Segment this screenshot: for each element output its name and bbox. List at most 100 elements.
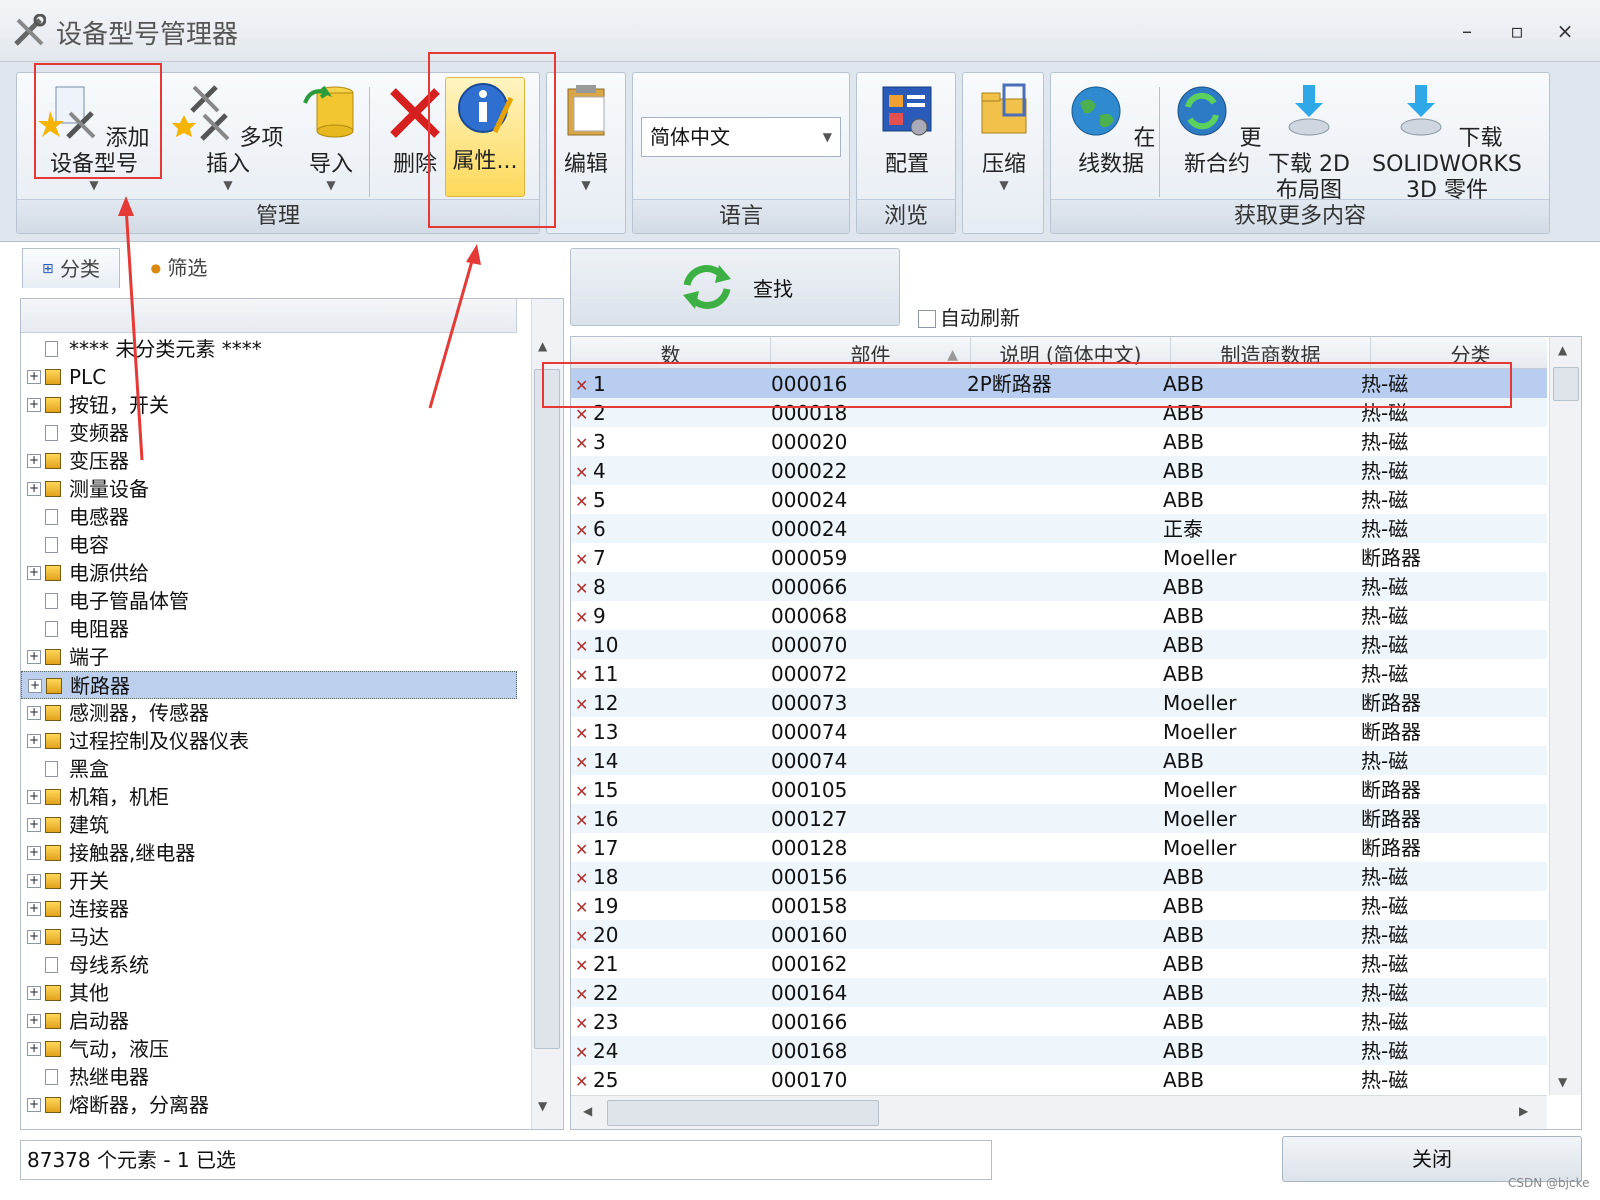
tree-item[interactable]: + 端子: [21, 643, 517, 671]
tree-item[interactable]: + 过程控制及仪器仪表: [21, 727, 517, 755]
expand-icon[interactable]: +: [27, 1014, 41, 1028]
expand-icon[interactable]: +: [27, 370, 41, 384]
table-row[interactable]: ✕ 6 000024 正泰 热-磁: [571, 514, 1547, 543]
table-row[interactable]: ✕ 16 000127 Moeller 断路器: [571, 804, 1547, 833]
tree-item[interactable]: + 感测器，传感器: [21, 699, 517, 727]
tree-item[interactable]: 热继电器: [21, 1063, 517, 1091]
expand-icon[interactable]: +: [27, 566, 41, 580]
language-select[interactable]: 简体中文 ▼: [641, 117, 841, 157]
tree-item[interactable]: + 按钮，开关: [21, 391, 517, 419]
tree-item[interactable]: + 启动器: [21, 1007, 517, 1035]
tab-category[interactable]: ⊞ 分类: [22, 248, 120, 288]
tree-item[interactable]: + 机箱，机柜: [21, 783, 517, 811]
scroll-up-icon[interactable]: ▲: [1558, 343, 1567, 357]
expand-icon[interactable]: +: [27, 650, 41, 664]
tab-filter[interactable]: ● 筛选: [124, 248, 234, 288]
table-row[interactable]: ✕ 4 000022 ABB 热-磁: [571, 456, 1547, 485]
tree-item[interactable]: + 气动，液压: [21, 1035, 517, 1063]
download-2d-button[interactable]: 下载 2D 布局图: [1267, 81, 1351, 204]
expand-icon[interactable]: +: [27, 398, 41, 412]
tree-item[interactable]: + 马达: [21, 923, 517, 951]
import-dropdown-icon[interactable]: ▼: [289, 178, 373, 192]
close-window-button[interactable]: ×: [1550, 16, 1580, 46]
table-row[interactable]: ✕ 10 000070 ABB 热-磁: [571, 630, 1547, 659]
tree-item[interactable]: + 变压器: [21, 447, 517, 475]
table-row[interactable]: ✕ 12 000073 Moeller 断路器: [571, 688, 1547, 717]
tree-item[interactable]: + 开关: [21, 867, 517, 895]
table-hscroll-thumb[interactable]: [607, 1100, 879, 1126]
scroll-up-icon[interactable]: ▲: [538, 339, 547, 353]
table-vertical-scrollbar[interactable]: ▲ ▼: [1549, 337, 1581, 1095]
table-row[interactable]: ✕ 21 000162 ABB 热-磁: [571, 949, 1547, 978]
tree-item[interactable]: 电阻器: [21, 615, 517, 643]
tree-item[interactable]: 电子管晶体管: [21, 587, 517, 615]
compress-dropdown-icon[interactable]: ▼: [967, 178, 1041, 192]
tree-item[interactable]: + 电源供给: [21, 559, 517, 587]
compress-button[interactable]: 压缩 ▼: [967, 81, 1041, 192]
auto-refresh-checkbox[interactable]: 自动刷新: [918, 302, 1020, 331]
expand-icon[interactable]: +: [28, 679, 42, 693]
expand-icon[interactable]: +: [27, 706, 41, 720]
table-row[interactable]: ✕ 23 000166 ABB 热-磁: [571, 1007, 1547, 1036]
expand-icon[interactable]: +: [27, 790, 41, 804]
expand-icon[interactable]: +: [27, 874, 41, 888]
expand-icon[interactable]: +: [27, 454, 41, 468]
table-row[interactable]: ✕ 14 000074 ABB 热-磁: [571, 746, 1547, 775]
tree-item[interactable]: + 断路器: [21, 671, 517, 699]
tree-item[interactable]: + 连接器: [21, 895, 517, 923]
expand-icon[interactable]: +: [27, 734, 41, 748]
tree-item[interactable]: + 建筑: [21, 811, 517, 839]
search-button[interactable]: 查找: [570, 248, 900, 326]
table-row[interactable]: ✕ 8 000066 ABB 热-磁: [571, 572, 1547, 601]
table-row[interactable]: ✕ 25 000170 ABB 热-磁: [571, 1065, 1547, 1094]
expand-icon[interactable]: +: [27, 818, 41, 832]
table-horizontal-scrollbar[interactable]: ◀ ▶: [571, 1095, 1547, 1129]
table-row[interactable]: ✕ 15 000105 Moeller 断路器: [571, 775, 1547, 804]
expand-icon[interactable]: +: [27, 902, 41, 916]
table-row[interactable]: ✕ 3 000020 ABB 热-磁: [571, 427, 1547, 456]
scroll-left-icon[interactable]: ◀: [583, 1104, 592, 1118]
multi-insert-button[interactable]: 多项插入 ▼: [169, 81, 287, 192]
table-row[interactable]: ✕ 13 000074 Moeller 断路器: [571, 717, 1547, 746]
tree-scroll-thumb[interactable]: [534, 369, 560, 1049]
scroll-down-icon[interactable]: ▼: [538, 1099, 547, 1113]
table-row[interactable]: ✕ 5 000024 ABB 热-磁: [571, 485, 1547, 514]
tree-item[interactable]: 母线系统: [21, 951, 517, 979]
tree-item[interactable]: + 熔断器，分离器: [21, 1091, 517, 1119]
tree-item[interactable]: + 其他: [21, 979, 517, 1007]
table-scroll-thumb[interactable]: [1553, 367, 1579, 401]
expand-icon[interactable]: +: [27, 482, 41, 496]
tree-item[interactable]: 电容: [21, 531, 517, 559]
table-row[interactable]: ✕ 11 000072 ABB 热-磁: [571, 659, 1547, 688]
expand-icon[interactable]: +: [27, 1042, 41, 1056]
expand-icon[interactable]: +: [27, 1098, 41, 1112]
online-data-button[interactable]: 在线数据: [1059, 81, 1163, 178]
maximize-button[interactable]: ▫: [1502, 16, 1532, 46]
expand-icon[interactable]: +: [27, 846, 41, 860]
expand-icon[interactable]: +: [27, 986, 41, 1000]
tree-item[interactable]: 黑盒: [21, 755, 517, 783]
update-contract-button[interactable]: 更新合约: [1165, 81, 1269, 178]
tree-item[interactable]: **** 未分类元素 ****: [21, 335, 517, 363]
tree-item[interactable]: 电感器: [21, 503, 517, 531]
tree-item[interactable]: 变频器: [21, 419, 517, 447]
tree-item[interactable]: + 测量设备: [21, 475, 517, 503]
expand-icon[interactable]: +: [27, 930, 41, 944]
tree-vertical-scrollbar[interactable]: ▲ ▼: [531, 299, 563, 1129]
table-row[interactable]: ✕ 20 000160 ABB 热-磁: [571, 920, 1547, 949]
table-row[interactable]: ✕ 22 000164 ABB 热-磁: [571, 978, 1547, 1007]
minimize-button[interactable]: –: [1452, 16, 1482, 46]
table-row[interactable]: ✕ 19 000158 ABB 热-磁: [571, 891, 1547, 920]
table-row[interactable]: ✕ 24 000168 ABB 热-磁: [571, 1036, 1547, 1065]
add-device-dropdown-icon[interactable]: ▼: [29, 178, 159, 192]
edit-dropdown-icon[interactable]: ▼: [551, 178, 621, 192]
table-row[interactable]: ✕ 18 000156 ABB 热-磁: [571, 862, 1547, 891]
table-row[interactable]: ✕ 7 000059 Moeller 断路器: [571, 543, 1547, 572]
scroll-down-icon[interactable]: ▼: [1558, 1075, 1567, 1089]
table-row[interactable]: ✕ 9 000068 ABB 热-磁: [571, 601, 1547, 630]
scroll-right-icon[interactable]: ▶: [1519, 1104, 1528, 1118]
checkbox-box[interactable]: [918, 310, 936, 328]
multi-insert-dropdown-icon[interactable]: ▼: [169, 178, 287, 192]
tree-item[interactable]: + 接触器,继电器: [21, 839, 517, 867]
config-button[interactable]: 配置: [867, 81, 947, 178]
